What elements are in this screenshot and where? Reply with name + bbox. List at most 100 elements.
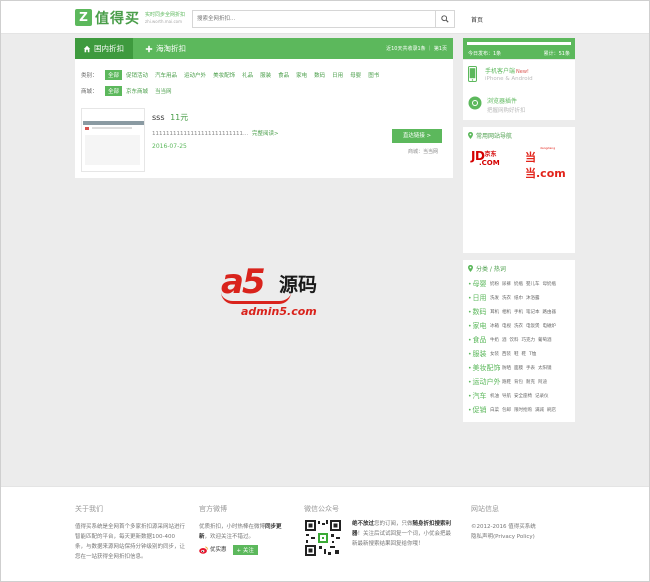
category-tag[interactable]: 奶粉 — [490, 281, 499, 287]
category-filter-item[interactable]: 家电 — [293, 70, 310, 80]
category-tag[interactable]: 纸巾 — [514, 295, 523, 301]
category-tag[interactable]: 机油 — [490, 393, 499, 399]
mobile-app-link[interactable]: 手机客户端New! iPhone & Android — [468, 66, 533, 82]
footer-about: 关于我们 值得买系统是全网首个多家折扣源采网站进行智能匹配的平台，每天更新数据1… — [75, 504, 185, 562]
search-input[interactable] — [193, 11, 435, 27]
category-tag[interactable]: 奶瓶 — [514, 281, 523, 287]
category-name[interactable]: •促销 — [468, 405, 490, 415]
category-tag[interactable]: 面膜 — [514, 365, 523, 371]
category-tag[interactable]: 耐克 — [526, 379, 535, 385]
category-filter-item[interactable]: 汽车用品 — [152, 70, 180, 80]
category-tag[interactable]: 沐浴露 — [526, 295, 540, 301]
category-tag[interactable]: 母奶瓶 — [543, 281, 557, 287]
category-tag[interactable]: 太阳镜 — [538, 365, 552, 371]
category-tag[interactable]: 白菜 — [490, 407, 499, 413]
category-tag[interactable]: 记录仪 — [535, 393, 549, 399]
category-tag[interactable]: 饮料 — [510, 337, 519, 343]
category-tag[interactable]: 耳机 — [490, 309, 499, 315]
category-tag[interactable]: 冰箱 — [490, 323, 499, 329]
jd-logo[interactable]: JD京东 .COM — [471, 149, 500, 171]
category-filter-item[interactable]: 数码 — [311, 70, 328, 80]
deal-title[interactable]: sss 11元 — [152, 112, 188, 123]
category-tag[interactable]: 手表 — [526, 365, 535, 371]
logo[interactable]: Z 值得买 实时同步全网折扣 zhi.worth.mai.com — [75, 9, 185, 27]
mall-filter-item[interactable]: 京东商城 — [123, 86, 151, 96]
category-filter-item[interactable]: 全部 — [105, 69, 123, 80]
category-filter-item[interactable]: 礼品 — [239, 70, 256, 80]
category-tag[interactable]: 导航 — [502, 393, 511, 399]
category-tag[interactable]: 刷店 — [547, 407, 556, 413]
category-tag[interactable]: 婴儿车 — [526, 281, 540, 287]
search-button[interactable] — [435, 11, 454, 27]
category-tag[interactable]: 巧克力 — [522, 337, 536, 343]
category-tag[interactable]: 西装 — [502, 351, 511, 357]
category-tag[interactable]: 电饭煲 — [526, 323, 540, 329]
header: Z 值得买 实时同步全网折扣 zhi.worth.mai.com 首页 — [1, 1, 649, 34]
categories-box: 分类 / 热词 •母婴 奶粉 尿裤 奶瓶 婴儿车 母奶瓶 •日用 洗发 洗衣 纸巾 沐浴露 •数码… — [463, 260, 575, 422]
category-name[interactable]: •美妆配饰 — [468, 363, 502, 373]
category-filter-item[interactable]: 食品 — [275, 70, 292, 80]
category-tag[interactable]: 电磁炉 — [543, 323, 557, 329]
category-filter-item[interactable]: 美妆配饰 — [210, 70, 238, 80]
mall-filter-item[interactable]: 全部 — [105, 85, 123, 96]
category-tag[interactable]: 限时抢购 — [514, 407, 532, 413]
category-tag[interactable]: 鞋 — [522, 351, 527, 357]
new-badge: New! — [516, 69, 529, 75]
category-tag[interactable]: 尿裤 — [502, 281, 511, 287]
category-name-text: 服装 — [472, 350, 487, 358]
category-name-text: 日用 — [472, 294, 487, 302]
mall-filter-item[interactable]: 当当网 — [152, 86, 175, 96]
category-tag[interactable]: 电视 — [502, 323, 511, 329]
nav-home-link[interactable]: 首页 — [471, 15, 483, 24]
category-tag[interactable]: 包邮 — [502, 407, 511, 413]
stores-title-text: 常用网站导航 — [476, 133, 513, 140]
category-name[interactable]: •运动户外 — [468, 377, 502, 387]
tab-overseas[interactable]: 海淘折扣 — [137, 38, 194, 59]
category-filter-item[interactable]: 日用 — [329, 70, 346, 80]
category-filter-item[interactable]: 母婴 — [347, 70, 364, 80]
category-tag[interactable]: 洗衣 — [514, 323, 523, 329]
category-tag[interactable]: 安全座椅 — [514, 393, 532, 399]
category-tag[interactable]: 鞋 — [514, 351, 519, 357]
privacy-link[interactable]: 隐私声明(Privacy Policy) — [471, 532, 581, 542]
direct-link-button[interactable]: 直达链接 > — [392, 129, 442, 143]
category-filter-item[interactable]: 运动户外 — [181, 70, 209, 80]
category-name[interactable]: •日用 — [468, 293, 490, 303]
category-tag[interactable]: 牛奶 — [490, 337, 499, 343]
category-tag[interactable]: T恤 — [529, 351, 536, 357]
weibo-follow-button[interactable]: + 关注 — [232, 545, 258, 555]
category-name[interactable]: •母婴 — [468, 279, 490, 289]
category-tag[interactable]: 女装 — [490, 351, 499, 357]
category-row: •美妆配饰 防晒 面膜 手表 太阳镜 — [468, 363, 555, 373]
category-name[interactable]: •汽车 — [468, 391, 490, 401]
category-filter-item[interactable]: 图书 — [365, 70, 382, 80]
category-filter-item[interactable]: 促销活动 — [123, 70, 151, 80]
category-tag[interactable]: 背包 — [514, 379, 523, 385]
weibo-name[interactable]: 优实惠 — [210, 545, 227, 555]
read-more-link[interactable]: 完整阅读> — [252, 131, 279, 137]
category-tag[interactable]: 满减 — [535, 407, 544, 413]
browser-plugin-link[interactable]: 浏览器插件 把握网购好折扣 — [468, 96, 526, 114]
category-tag[interactable]: 葡萄酒 — [538, 337, 552, 343]
category-tag[interactable]: 笔记本 — [526, 309, 540, 315]
category-filter-item[interactable]: 服装 — [257, 70, 274, 80]
tab-domestic[interactable]: 国内折扣 — [75, 38, 133, 59]
category-tag[interactable]: 洗发 — [490, 295, 499, 301]
category-tag[interactable]: 酒 — [502, 337, 507, 343]
footer-info: 网站信息 ©2012-2016 值得买系统 隐私声明(Privacy Polic… — [471, 504, 581, 542]
category-name[interactable]: •食品 — [468, 335, 490, 345]
watermark-domain: admin5.com — [241, 305, 317, 318]
category-tag[interactable]: 相机 — [502, 309, 511, 315]
category-name[interactable]: •服装 — [468, 349, 490, 359]
category-tag[interactable]: 阿迪 — [538, 379, 547, 385]
category-name[interactable]: •数码 — [468, 307, 490, 317]
deal-thumbnail[interactable] — [81, 108, 145, 172]
category-tag[interactable]: 路由器 — [543, 309, 557, 315]
category-tag[interactable]: 防晒 — [502, 365, 511, 371]
search-box — [192, 10, 455, 28]
category-name[interactable]: •家电 — [468, 321, 490, 331]
category-tag[interactable]: 手机 — [514, 309, 523, 315]
category-tag[interactable]: 跑鞋 — [502, 379, 511, 385]
dangdang-logo[interactable]: 当当.com dangdang — [525, 146, 575, 181]
category-tag[interactable]: 洗衣 — [502, 295, 511, 301]
